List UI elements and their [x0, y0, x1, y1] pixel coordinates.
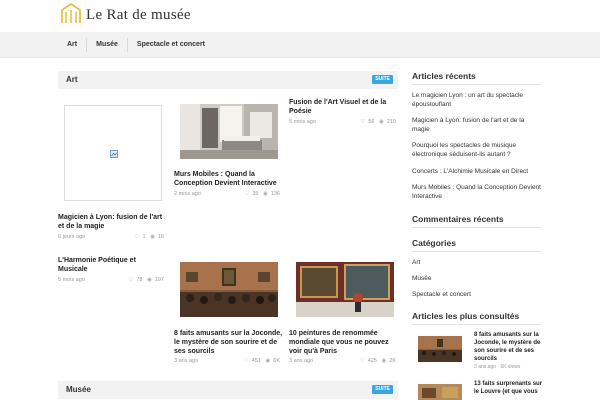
views-count: 197: [154, 277, 164, 283]
views-count: 6K: [273, 358, 280, 364]
eye-icon: ◉: [381, 358, 387, 364]
popular-thumb-louvre[interactable]: [418, 384, 462, 400]
paintings-gallery-image: [296, 262, 394, 317]
museum-crowd-image: [180, 262, 278, 317]
article-thumb-magicien[interactable]: [64, 105, 162, 201]
eye-icon: ◉: [147, 277, 152, 283]
suite-button-art[interactable]: SUITE: [372, 75, 393, 84]
sidebar-heading-popular: Articles les plus consultés: [412, 311, 520, 321]
article-stats: ♡ 56 ◉ 219: [350, 119, 396, 125]
museum-crowd-image: [418, 336, 462, 362]
article-thumb-murs-mobiles[interactable]: [180, 104, 278, 159]
sidebar-heading-comments: Commentaires récents: [412, 214, 504, 224]
sidebar-heading-categories: Catégories: [412, 238, 456, 248]
article-date: 5 mois ago: [289, 119, 316, 125]
room-image: [180, 104, 278, 159]
article-title[interactable]: Murs Mobiles : Quand la Conception Devie…: [174, 170, 286, 188]
article-stats: ♡ 1 ◉ 16: [120, 234, 164, 240]
heart-icon: ♡: [128, 277, 134, 283]
article-date: 3 ans ago: [174, 358, 199, 364]
section-header-musee: Musée SUITE: [58, 381, 398, 399]
popular-post-title[interactable]: 8 faits amusants sur la Joconde, le myst…: [474, 331, 546, 363]
popular-post-meta: 3 ans ago · 6K views: [474, 364, 521, 370]
article-date: 5 mois ago: [58, 277, 85, 283]
divider: [412, 324, 542, 325]
recent-post-link[interactable]: Magicien à Lyon: fusion de l'art et de l…: [412, 116, 542, 134]
article-title[interactable]: L'Harmonie Poétique et Musicale: [58, 256, 166, 274]
category-link-spectacle[interactable]: Spectacle et concert: [412, 290, 542, 299]
section-title-musee: Musée: [66, 385, 91, 394]
category-link-art[interactable]: Art: [412, 258, 542, 267]
article-stats: ♡ 35 ◉ 136: [236, 191, 280, 197]
nav-item-musee[interactable]: Musée: [87, 38, 128, 52]
section-title-art: Art: [66, 75, 78, 84]
article-date: 3 ans ago: [289, 358, 314, 364]
divider: [412, 227, 542, 228]
views-count: 136: [270, 191, 280, 197]
museum-logo-icon: [61, 3, 81, 23]
recent-post-link[interactable]: Concerts : L'Alchimie Musicale en Direct: [412, 167, 542, 176]
divider: [412, 251, 542, 252]
article-stats: ♡ 425 ◉ 2K: [350, 358, 396, 364]
site-logo[interactable]: Le Rat de musée: [60, 2, 191, 24]
recent-post-link[interactable]: Le magicien Lyon : un art du spectacle é…: [412, 91, 542, 109]
views-count: 16: [157, 234, 164, 240]
eye-icon: ◉: [150, 234, 155, 240]
heart-icon: ♡: [244, 191, 250, 197]
eye-icon: ◉: [265, 358, 271, 364]
broken-image-icon: [110, 150, 118, 158]
likes-count: 1: [142, 234, 146, 240]
views-count: 219: [386, 119, 396, 125]
views-count: 2K: [389, 358, 396, 364]
heart-icon: ♡: [134, 234, 140, 240]
heart-icon: ♡: [360, 119, 366, 125]
heart-icon: ♡: [359, 358, 365, 364]
likes-count: 451: [251, 358, 261, 364]
divider: [412, 84, 542, 85]
article-stats: ♡ 78 ◉ 197: [118, 277, 164, 283]
popular-post-title[interactable]: 13 faits surprenants sur le Louvre (et q…: [474, 380, 546, 396]
nav-item-spectacle[interactable]: Spectacle et concert: [128, 38, 214, 52]
main-nav: Art Musée Spectacle et concert: [0, 32, 600, 58]
category-link-musee[interactable]: Musée: [412, 274, 542, 283]
popular-thumb-joconde[interactable]: [418, 336, 462, 362]
recent-post-link[interactable]: Pourquoi les spectacles de musique élect…: [412, 141, 542, 159]
recent-post-link[interactable]: Murs Mobiles : Quand la Conception Devie…: [412, 183, 542, 201]
article-title[interactable]: Fusion de l'Art Visuel et de la Poésie: [289, 98, 397, 116]
eye-icon: ◉: [263, 191, 268, 197]
article-stats: ♡ 451 ◉ 6K: [234, 358, 280, 364]
nav-item-art[interactable]: Art: [58, 38, 88, 52]
likes-count: 78: [136, 277, 143, 283]
article-title[interactable]: 8 faits amusants sur la Joconde, le myst…: [174, 329, 286, 356]
article-title[interactable]: 10 peintures de renommée mondiale que vo…: [289, 329, 397, 356]
likes-count: 35: [252, 191, 259, 197]
likes-count: 56: [368, 119, 375, 125]
sidebar-heading-recent: Articles récents: [412, 71, 476, 81]
article-date: 2 mois ago: [174, 191, 201, 197]
section-header-art: Art SUITE: [58, 71, 398, 89]
article-date: 6 jours ago: [58, 234, 86, 240]
article-thumb-joconde[interactable]: [180, 262, 278, 317]
suite-button-musee[interactable]: SUITE: [372, 385, 393, 394]
likes-count: 425: [367, 358, 377, 364]
site-title: Le Rat de musée: [86, 7, 191, 23]
eye-icon: ◉: [379, 119, 384, 125]
article-title[interactable]: Magicien à Lyon: fusion de l'art et de l…: [58, 213, 168, 231]
article-thumb-peintures[interactable]: [296, 262, 394, 317]
heart-icon: ♡: [243, 358, 249, 364]
museum-gallery-image: [418, 384, 462, 400]
